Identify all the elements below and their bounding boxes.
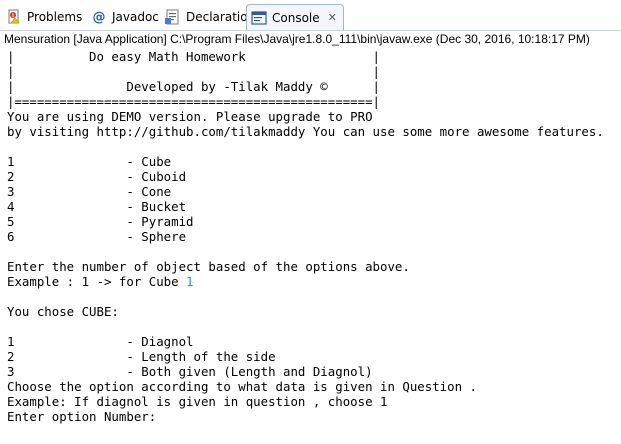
console-line: 1 - Cube	[7, 154, 172, 169]
console-line: 2 - Cuboid	[7, 169, 187, 184]
view-tab-bar: Problems @ Javadoc Declaration Console ✕	[0, 0, 621, 31]
tab-javadoc[interactable]: @ Javadoc	[87, 5, 159, 29]
tab-declaration[interactable]: Declaration	[161, 5, 255, 29]
launch-description: Mensuration [Java Application] C:\Progra…	[0, 31, 621, 47]
console-line: 6 - Sphere	[7, 229, 187, 244]
console-line: by visiting http://github.com/tilakmaddy…	[7, 124, 604, 139]
console-line: Enter the number of object based of the …	[7, 259, 410, 274]
console-line: 2 - Length of the side	[7, 349, 276, 364]
console-line: 3 - Both given (Length and Diagnol)	[7, 364, 373, 379]
console-line: | Developed by -Tilak Maddy © |	[7, 79, 380, 94]
problems-icon	[6, 9, 22, 25]
javadoc-icon: @	[92, 9, 106, 25]
console-line: You chose CUBE:	[7, 304, 119, 319]
console-line: 3 - Cone	[7, 184, 172, 199]
console-line: 5 - Pyramid	[7, 214, 194, 229]
tab-label: Javadoc	[112, 10, 159, 24]
console-line: | |	[7, 64, 380, 79]
console-line: 4 - Bucket	[7, 199, 187, 214]
console-text: | Do easy Math Homework | | | | Develope…	[0, 49, 621, 424]
tab-label: Declaration	[186, 10, 256, 24]
tab-label: Console	[272, 10, 320, 25]
close-icon[interactable]: ✕	[328, 11, 337, 24]
console-line: Example : 1 -> for Cube	[7, 274, 187, 289]
tab-problems[interactable]: Problems	[2, 5, 82, 29]
console-line: |=======================================…	[7, 94, 380, 109]
declaration-icon	[165, 9, 181, 25]
console-line: Example: If diagnol is given in question…	[7, 394, 388, 409]
console-line: 1 - Diagnol	[7, 334, 194, 349]
console-line: Choose the option according to what data…	[7, 379, 477, 394]
console-line: You are using DEMO version. Please upgra…	[7, 109, 373, 124]
console-line: Enter option Number:	[7, 409, 157, 424]
console-line: | Do easy Math Homework |	[7, 49, 380, 64]
console-output[interactable]: | Do easy Math Homework | | | | Develope…	[0, 49, 621, 444]
tab-console[interactable]: Console ✕	[246, 4, 344, 30]
console-icon	[251, 10, 267, 26]
console-user-input: 1	[186, 274, 194, 289]
tab-label: Problems	[27, 10, 83, 24]
